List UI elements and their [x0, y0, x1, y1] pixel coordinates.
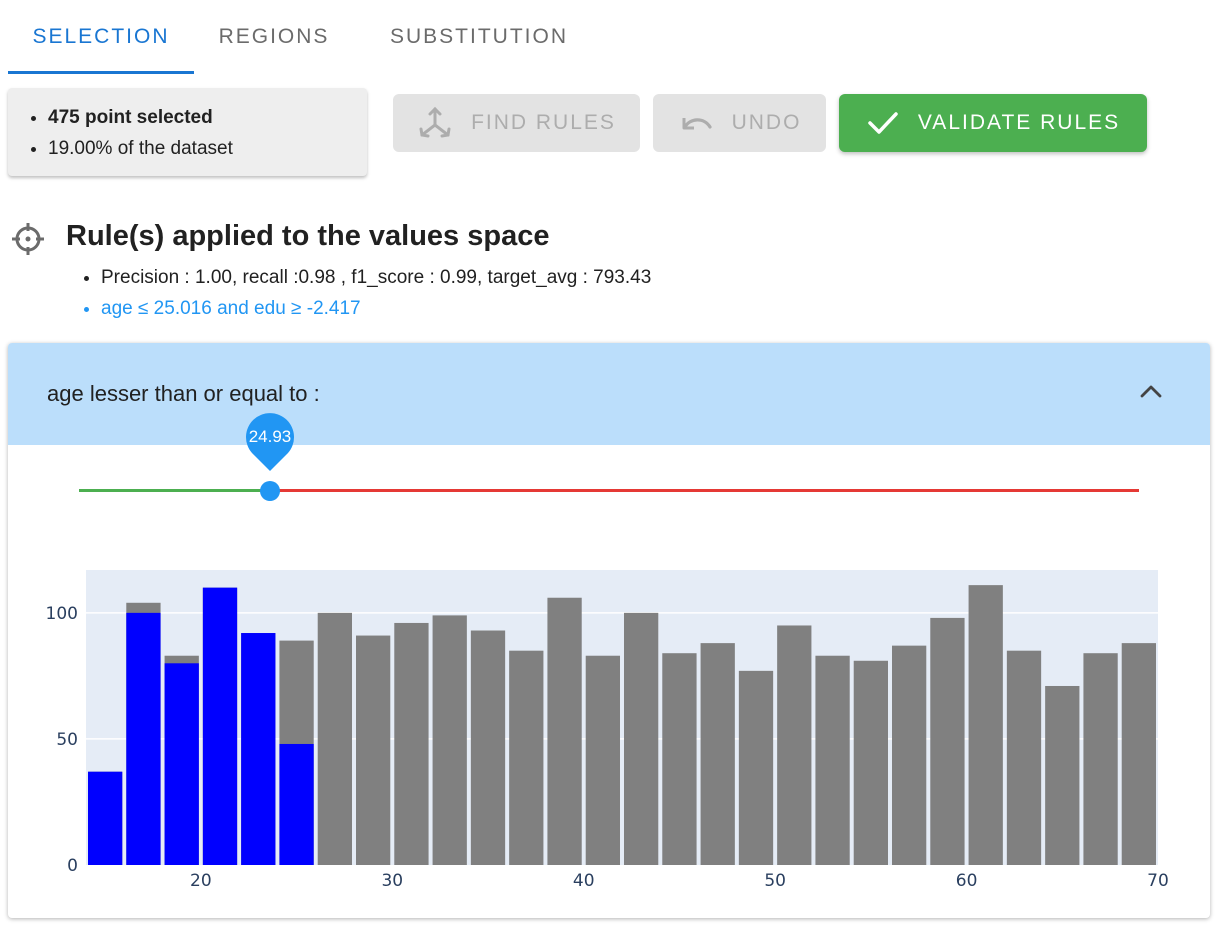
histogram-bar-all: [930, 617, 965, 865]
histogram-bar-all: [1083, 653, 1118, 865]
undo-label: UNDO: [731, 111, 802, 134]
age-histogram-chart: 0 50 100 20 30 40 50 60 70: [46, 570, 1169, 891]
selection-info-card: 475 point selected 19.00% of the dataset: [8, 88, 367, 176]
histogram-bar-all: [815, 655, 850, 865]
find-rules-label: FIND RULES: [471, 111, 616, 134]
validate-rules-button[interactable]: VALIDATE RULES: [839, 94, 1147, 152]
histogram-bar-all: [892, 645, 927, 865]
x-tick-label: 40: [573, 871, 595, 891]
x-tick-label: 60: [956, 871, 978, 891]
find-rules-button[interactable]: FIND RULES: [393, 94, 640, 152]
undo-button[interactable]: UNDO: [653, 94, 826, 152]
slider-thumb[interactable]: [260, 481, 280, 501]
crosshair-icon: [12, 223, 44, 255]
y-tick-label: 50: [56, 730, 78, 750]
rules-title: Rule(s) applied to the values space: [66, 220, 550, 252]
check-icon: [868, 112, 898, 134]
x-tick-label: 20: [190, 871, 212, 891]
chevron-up-icon[interactable]: [1140, 383, 1162, 399]
histogram-bar-all: [394, 622, 429, 865]
histogram-bar-selected: [202, 587, 238, 865]
histogram-bar-all: [317, 612, 352, 865]
histogram-bar-all: [1121, 643, 1156, 865]
slider-track-excluded[interactable]: [269, 489, 1139, 492]
histogram-bar-all: [432, 615, 467, 865]
histogram-bar-all: [585, 655, 620, 865]
rule-expression: age ≤ 25.016 and edu ≥ -2.417: [101, 293, 651, 324]
histogram-bar-all: [738, 670, 774, 865]
tab-substitution[interactable]: SUBSTITUTION: [354, 0, 604, 74]
histogram-bar-all: [509, 650, 544, 865]
panel-header-label: age lesser than or equal to :: [47, 381, 320, 406]
histogram-bar-selected: [126, 612, 161, 865]
histogram-bar-all: [1045, 685, 1080, 865]
histogram-bar-selected: [88, 771, 123, 865]
y-tick-label: 0: [67, 856, 78, 876]
histogram-bar-all: [547, 597, 582, 865]
rule-expansion-panel: age lesser than or equal to : 24.93 0 50 1…: [8, 343, 1210, 918]
histogram-bar-all: [1006, 650, 1042, 865]
tripod-icon: [419, 106, 451, 138]
tab-regions[interactable]: REGIONS: [194, 0, 354, 74]
panel-header[interactable]: age lesser than or equal to :: [8, 343, 1210, 445]
histogram-bar-all: [356, 635, 391, 865]
rule-metrics: Precision : 1.00, recall :0.98 , f1_scor…: [101, 262, 651, 293]
rules-list: Precision : 1.00, recall :0.98 , f1_scor…: [101, 262, 651, 324]
y-tick-label: 100: [46, 604, 78, 624]
histogram-bar-all: [968, 585, 1003, 865]
histogram-bar-all: [700, 643, 735, 865]
histogram-bar-all: [624, 612, 659, 865]
slider-value-label: 24.93: [248, 427, 292, 446]
histogram-bar-selected: [164, 663, 199, 865]
selected-points-count: 475 point selected: [48, 102, 367, 133]
histogram-bar-all: [662, 653, 697, 865]
histogram-bar-selected: [241, 633, 276, 865]
histogram-bar-all: [853, 660, 888, 865]
x-tick-label: 30: [381, 871, 403, 891]
undo-icon: [682, 118, 712, 130]
tab-selection[interactable]: SELECTION: [8, 0, 194, 74]
histogram-bar-selected: [279, 743, 314, 865]
histogram-bar-all: [470, 630, 506, 865]
selected-dataset-percent: 19.00% of the dataset: [48, 133, 367, 164]
x-tick-label: 50: [764, 871, 786, 891]
x-tick-label: 70: [1147, 871, 1169, 891]
slider-track-included[interactable]: [79, 489, 269, 492]
tab-bar: SELECTION REGIONS SUBSTITUTION: [8, 0, 604, 74]
histogram-bar-all: [777, 625, 812, 865]
validate-rules-label: VALIDATE RULES: [917, 111, 1121, 134]
